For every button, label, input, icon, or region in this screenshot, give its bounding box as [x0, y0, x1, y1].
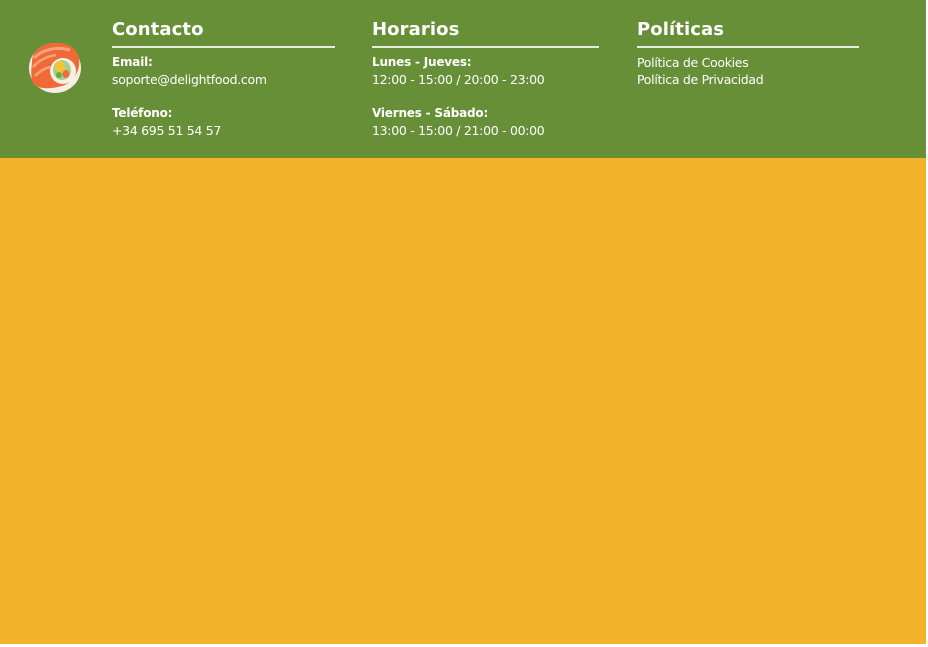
contact-divider [112, 46, 335, 48]
email-value: soporte@delightfood.com [112, 72, 267, 87]
site-footer: Contacto Email: soporte@delightfood.com … [0, 0, 926, 158]
contact-section: Contacto Email: soporte@delightfood.com … [112, 18, 335, 139]
privacy-policy-link[interactable]: Política de Privacidad [637, 71, 859, 88]
phone-value: +34 695 51 54 57 [112, 123, 222, 138]
policies-heading: Políticas [637, 19, 725, 40]
page: Contacto Email: soporte@delightfood.com … [0, 0, 926, 644]
hours-divider [372, 46, 599, 48]
sushi-roll-icon[interactable] [26, 40, 82, 94]
hours-heading: Horarios [372, 19, 460, 40]
hours-section: Horarios Lunes - Jueves: 12:00 - 15:00 /… [372, 18, 599, 139]
cookies-policy-link[interactable]: Política de Cookies [637, 54, 859, 71]
policies-divider [637, 46, 859, 48]
policies-section: Políticas Política de Cookies Política d… [637, 18, 859, 88]
weekend-hours: 13:00 - 15:00 / 21:00 - 00:00 [372, 123, 545, 138]
weekday-label: Lunes - Jueves: [372, 55, 472, 69]
weekday-hours: 12:00 - 15:00 / 20:00 - 23:00 [372, 72, 545, 87]
weekend-label: Viernes - Sábado: [372, 106, 489, 120]
phone-label: Teléfono: [112, 106, 173, 120]
email-label: Email: [112, 55, 153, 69]
contact-heading: Contacto [112, 19, 204, 40]
